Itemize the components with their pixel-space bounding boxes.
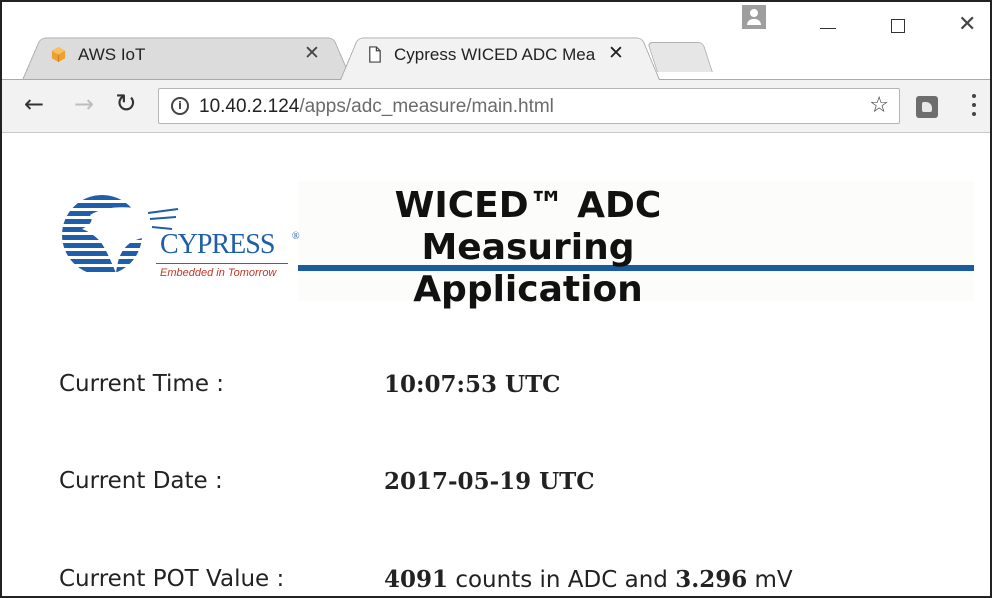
registered-mark: ® <box>292 231 300 242</box>
millivolts: 3.296 <box>675 566 748 593</box>
current-pot-value: 4091 counts in ADC and 3.296 mV <box>384 566 793 593</box>
current-time-label: Current Time : <box>59 371 225 397</box>
extension-icon[interactable] <box>916 96 938 118</box>
tab-strip: AWS IoT ✕ Cypress WICED ADC Mea ✕ ✕ <box>2 2 990 80</box>
document-icon <box>369 46 381 63</box>
forward-arrow-icon[interactable]: → <box>74 92 94 116</box>
aws-cube-icon <box>51 46 66 63</box>
logo-underline <box>156 263 288 264</box>
browser-window: AWS IoT ✕ Cypress WICED ADC Mea ✕ ✕ ← → … <box>0 0 992 598</box>
page-title-line: Application <box>413 269 643 310</box>
tab-aws-iot[interactable]: AWS IoT ✕ <box>22 32 352 80</box>
kebab-menu-icon[interactable] <box>972 94 978 120</box>
tab-cypress-wiced[interactable]: Cypress WICED ADC Mea ✕ <box>340 32 660 80</box>
cypress-logo: CYPRESS ® Embedded in Tomorrow <box>60 191 300 291</box>
logo-tagline: Embedded in Tomorrow <box>160 267 277 279</box>
url-host: 10.40.2.124 <box>199 96 300 117</box>
current-pot-label: Current POT Value : <box>59 566 285 592</box>
logo-brand: CYPRESS <box>160 229 275 260</box>
bookmark-star-icon[interactable]: ☆ <box>869 93 889 118</box>
info-icon[interactable]: i <box>171 97 189 115</box>
counts-suffix: counts in ADC and <box>448 567 676 593</box>
current-time-value: 10:07:53 UTC <box>384 371 561 398</box>
current-date-label: Current Date : <box>59 468 223 494</box>
close-window-button[interactable]: ✕ <box>958 12 976 37</box>
tab-close-icon[interactable]: ✕ <box>608 42 624 65</box>
reload-icon[interactable]: ↻ <box>115 91 137 117</box>
page-title-line: Measuring <box>421 227 635 268</box>
adc-counts: 4091 <box>384 566 449 593</box>
back-arrow-icon[interactable]: ← <box>24 92 44 116</box>
minimize-button[interactable] <box>820 28 836 29</box>
browser-toolbar: ← → ↻ i 10.40.2.124/apps/adc_measure/mai… <box>2 79 990 133</box>
url-path: /apps/adc_measure/main.html <box>299 96 554 117</box>
tab-title: Cypress WICED ADC Mea <box>394 45 596 64</box>
tab-close-icon[interactable]: ✕ <box>304 42 320 65</box>
profile-icon[interactable] <box>742 5 766 29</box>
url-text[interactable]: 10.40.2.124/apps/adc_measure/main.html <box>199 96 554 118</box>
page-content: WICED™ ADC Measuring Application CYPRESS… <box>2 133 990 596</box>
mv-suffix: mV <box>747 567 793 593</box>
maximize-button[interactable] <box>891 19 905 33</box>
page-title-line: WICED™ ADC <box>394 185 662 226</box>
current-date-value: 2017-05-19 UTC <box>384 468 595 495</box>
tab-title: AWS IoT <box>78 45 146 64</box>
page-title: WICED™ ADC Measuring Application <box>298 185 758 311</box>
address-bar[interactable]: i 10.40.2.124/apps/adc_measure/main.html… <box>158 88 900 124</box>
